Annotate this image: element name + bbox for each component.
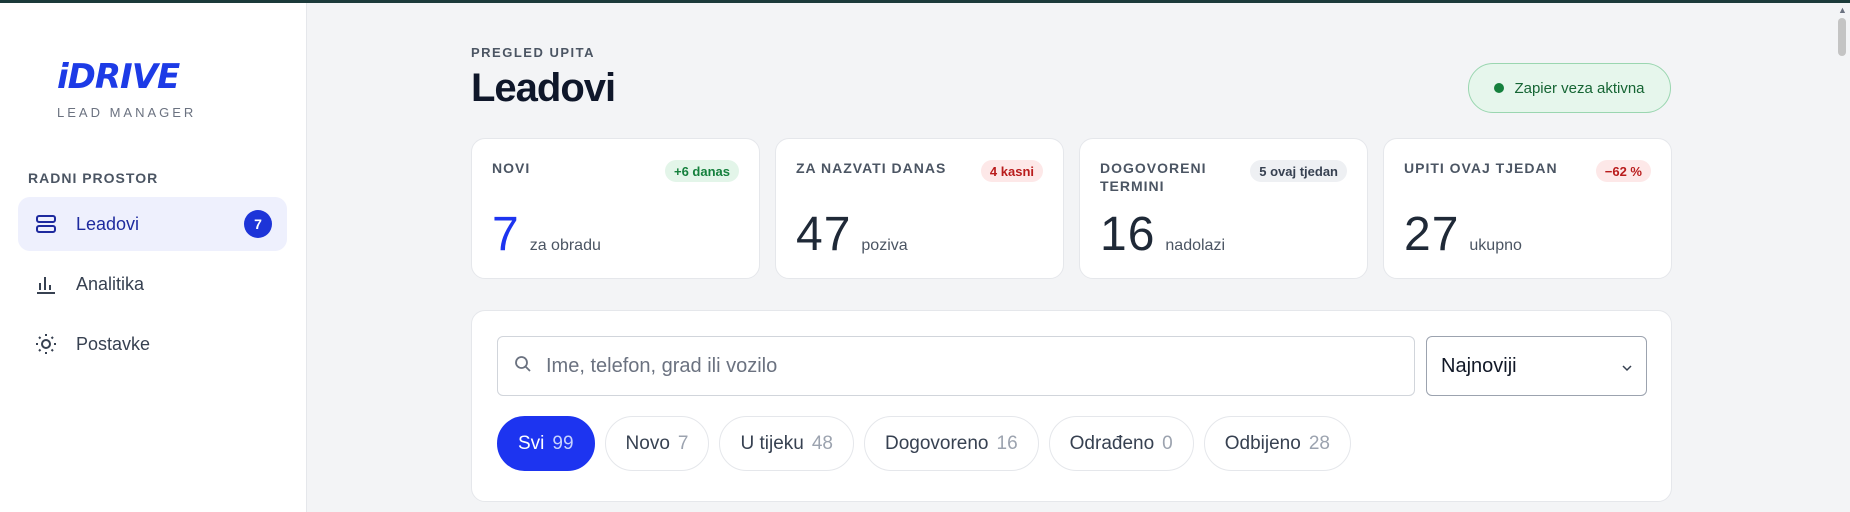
chip-count: 16	[996, 432, 1018, 454]
stat-number: 16	[1100, 208, 1156, 261]
status-filter-chips: Svi 99 Novo 7 U tijeku 48 Dogovoreno 16 …	[497, 416, 1351, 471]
chip-label: Svi	[518, 432, 545, 454]
filter-chip-svi[interactable]: Svi 99	[497, 416, 595, 471]
sort-select[interactable]: Najnoviji	[1426, 336, 1647, 396]
sidebar-item-label: Postavke	[76, 333, 151, 354]
stat-badge: 4 kasni	[980, 160, 1043, 182]
chevron-down-icon	[1622, 355, 1632, 378]
stat-unit: nadolazi	[1165, 237, 1225, 254]
stat-card-dogovoreni: DOGOVORENI TERMINI 5 ovaj tjedan 16 nado…	[1079, 138, 1368, 279]
stat-card-novi: NOVI +6 danas 7 za obradu	[471, 138, 760, 279]
sort-selected-value: Najnoviji	[1441, 354, 1517, 377]
chip-label: U tijeku	[740, 432, 804, 454]
filter-chip-dogovoreno[interactable]: Dogovoreno 16	[863, 416, 1039, 471]
stat-unit: ukupno	[1469, 237, 1522, 254]
chip-count: 48	[811, 432, 833, 454]
stat-label: UPITI OVAJ TJEDAN	[1404, 160, 1558, 176]
chip-count: 7	[677, 432, 689, 454]
sidebar-item-postavke[interactable]: Postavke	[18, 317, 287, 371]
stat-card-upiti: UPITI OVAJ TJEDAN −62 % 27 ukupno	[1383, 138, 1672, 279]
stat-badge: +6 danas	[664, 160, 739, 182]
sidebar-item-analitika[interactable]: Analitika	[18, 257, 287, 311]
stat-label: ZA NAZVATI DANAS	[796, 160, 947, 176]
filter-chip-odbijeno[interactable]: Odbijeno 28	[1203, 416, 1351, 471]
status-dot-icon	[1494, 83, 1505, 93]
stat-number: 27	[1404, 208, 1460, 261]
search-icon	[514, 355, 532, 378]
sidebar-item-label: Leadovi	[76, 213, 140, 234]
stat-card-za-nazvati: ZA NAZVATI DANAS 4 kasni 47 poziva	[775, 138, 1064, 279]
chip-label: Odrađeno	[1069, 432, 1155, 454]
stat-label: NOVI	[492, 160, 531, 176]
page-eyebrow: PREGLED UPITA	[471, 45, 595, 60]
stat-unit: poziva	[861, 237, 908, 254]
logo-mark: iDRIVE	[57, 57, 180, 97]
stack-icon	[34, 212, 58, 236]
zapier-status-text: Zapier veza aktivna	[1514, 79, 1645, 97]
stat-label: DOGOVORENI TERMINI	[1100, 160, 1207, 194]
logo-subtitle: LEAD MANAGER	[57, 105, 197, 120]
filter-chip-odradeno[interactable]: Odrađeno 0	[1048, 416, 1194, 471]
sidebar-section-label: RADNI PROSTOR	[28, 170, 159, 186]
search-field[interactable]	[497, 336, 1415, 396]
filter-chip-u-tijeku[interactable]: U tijeku 48	[719, 416, 854, 471]
chip-label: Odbijeno	[1224, 432, 1301, 454]
sun-gear-icon	[34, 332, 58, 356]
stat-badge: −62 %	[1595, 160, 1651, 182]
sidebar-item-leadovi[interactable]: Leadovi 7	[18, 197, 287, 251]
leads-count-badge: 7	[244, 210, 272, 238]
filter-panel: Najnoviji Svi 99 Novo 7 U tijeku 48 Dogo…	[471, 310, 1672, 502]
stat-number: 7	[492, 208, 520, 261]
stat-unit: za obradu	[529, 237, 601, 254]
sidebar: iDRIVE LEAD MANAGER RADNI PROSTOR Leadov…	[0, 3, 307, 512]
chip-label: Novo	[625, 432, 670, 454]
chip-label: Dogovoreno	[884, 432, 989, 454]
stat-badge: 5 ovaj tjedan	[1250, 160, 1347, 182]
zapier-status-badge: Zapier veza aktivna	[1468, 63, 1671, 113]
chip-count: 99	[552, 432, 574, 454]
logo[interactable]: iDRIVE LEAD MANAGER	[57, 57, 196, 120]
search-input[interactable]	[546, 354, 1406, 378]
stat-number: 47	[796, 208, 852, 261]
page-title: Leadovi	[471, 66, 616, 110]
sidebar-item-label: Analitika	[76, 273, 145, 294]
chip-count: 28	[1308, 432, 1330, 454]
scroll-up-arrow-icon[interactable]: ▲	[1838, 5, 1847, 15]
chip-count: 0	[1162, 432, 1173, 454]
filter-chip-novo[interactable]: Novo 7	[604, 416, 710, 471]
scrollbar-thumb[interactable]	[1838, 18, 1846, 56]
bar-chart-icon	[34, 272, 58, 296]
